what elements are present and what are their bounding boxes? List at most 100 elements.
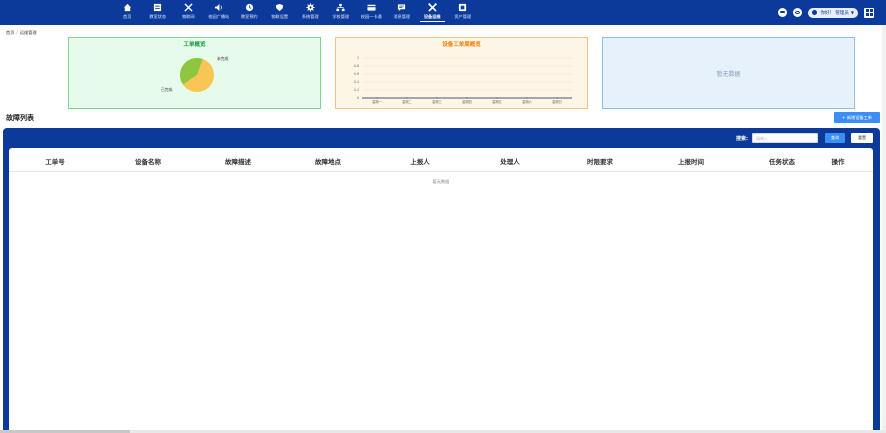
y-tick-label: 0	[357, 96, 359, 100]
column-header-fault-description[interactable]: 故障描述	[225, 156, 251, 166]
column-header-report-time[interactable]: 上报时间	[678, 156, 704, 166]
panel-title: 设备工单周概览	[442, 42, 481, 48]
nav-item-label: 教室预约	[240, 14, 258, 19]
work-order-pie-chart	[180, 58, 215, 93]
x-tick-label: 星期日	[552, 99, 562, 104]
user-icon	[812, 10, 818, 15]
weekly-work-order-panel: 设备工单周概览 0 0.2 0.4 0.6 0.8 1 星期一 星期二 星期三 星期四 星期五 星期六…	[335, 37, 588, 109]
panel-title: 工单概览	[183, 42, 206, 48]
empty-data-text: 暂无数据	[716, 71, 741, 78]
nav-item-label: 首页	[123, 14, 132, 19]
user-greeting: 你好！ 管理员	[820, 10, 849, 16]
data-point[interactable]	[376, 97, 378, 99]
user-menu[interactable]: 你好！ 管理员 ▼	[808, 7, 858, 18]
column-header-handler[interactable]: 处理人	[500, 156, 520, 166]
org-icon	[336, 3, 345, 12]
column-header-deadline[interactable]: 时限要求	[587, 156, 613, 166]
data-point[interactable]	[406, 97, 408, 99]
nav-item-iot-settings[interactable]: 物联设置	[265, 0, 296, 25]
header-tools: 你好！ 管理员 ▼	[778, 6, 874, 19]
y-tick-label: 0.4	[354, 80, 359, 84]
classroom-icon	[154, 3, 162, 12]
fault-list-title: 故障列表	[6, 114, 34, 122]
pie-label-unfinished: 未完成	[217, 56, 229, 61]
reset-button[interactable]: 重置	[851, 133, 873, 143]
x-tick-label: 星期六	[522, 99, 532, 104]
column-header-task-status[interactable]: 任务状态	[769, 156, 795, 166]
message-icon	[398, 4, 406, 12]
nav-item-label: 教室状态	[149, 14, 167, 19]
data-point[interactable]	[526, 97, 528, 99]
table-empty-text: 暂无数据	[432, 179, 450, 184]
data-point[interactable]	[496, 97, 498, 99]
asset-icon	[459, 3, 467, 12]
pie-label-finished: 已完成	[161, 87, 173, 92]
nav-item-reservation[interactable]: 教室预约	[234, 0, 265, 25]
nav-item-maintenance[interactable]: 设备运维	[417, 0, 448, 25]
breadcrumb-current: 运维管理	[19, 30, 37, 35]
breadcrumb-separator: /	[16, 30, 18, 35]
breadcrumb: 首页 / 运维管理	[6, 30, 37, 36]
table-header: 工单号 设备名称 故障描述 故障地点 上报人 处理人 时限要求 上报时间 任务状…	[9, 148, 873, 172]
y-tick-label: 0.2	[354, 88, 359, 92]
gear-icon	[306, 3, 315, 12]
nav-item-school[interactable]: 学校管理	[326, 0, 357, 25]
y-tick-label: 1	[357, 56, 359, 60]
x-tick-label: 星期一	[372, 99, 382, 104]
nav-item-label: 学校管理	[332, 14, 350, 19]
column-header-actions[interactable]: 操作	[832, 156, 845, 166]
add-work-order-button[interactable]: + 新增设备工单	[834, 112, 880, 123]
home-icon	[123, 3, 131, 12]
nav-item-broadcast[interactable]: 校园广播站	[204, 0, 235, 25]
search-label: 搜索:	[736, 136, 748, 142]
page: 首页 教室状态 物联网 校园广播站 教室预约 物联设置 系统管理 学校管理 校园…	[0, 0, 886, 433]
card-icon	[367, 4, 376, 11]
shield-icon	[276, 3, 284, 12]
x-tick-label: 星期三	[432, 99, 442, 104]
y-tick-label: 0.8	[354, 64, 359, 68]
nav-item-label: 资产管理	[454, 14, 472, 19]
clock-icon	[245, 3, 253, 12]
work-order-overview-panel: 工单概览 未完成 已完成	[68, 37, 321, 109]
top-navigation-bar: 首页 教室状态 物联网 校园广播站 教室预约 物联设置 系统管理 学校管理 校园…	[0, 0, 886, 25]
app-grid-icon[interactable]	[864, 7, 874, 18]
x-tick-label: 星期二	[402, 99, 412, 104]
search-input[interactable]	[752, 133, 818, 143]
search-button[interactable]: 查询	[825, 133, 845, 143]
data-point[interactable]	[556, 97, 558, 99]
speaker-icon	[215, 3, 223, 12]
x-tick-label: 星期五	[492, 99, 502, 104]
fault-table: 工单号 设备名称 故障描述 故障地点 上报人 处理人 时限要求 上报时间 任务状…	[9, 148, 873, 433]
column-header-order-no[interactable]: 工单号	[45, 156, 65, 166]
column-header-reporter[interactable]: 上报人	[410, 156, 430, 166]
data-point[interactable]	[436, 97, 438, 99]
nav-item-label: 物联网	[181, 14, 195, 19]
y-tick-label: 0.6	[354, 72, 359, 76]
breadcrumb-home[interactable]: 首页	[6, 30, 14, 35]
nav-item-label: 校园一卡通	[360, 14, 382, 19]
vertical-scrollbar[interactable]	[882, 25, 886, 433]
nav-item-label: 物联设置	[271, 14, 289, 19]
nav-item-label: 消息管理	[393, 14, 411, 19]
empty-data-panel: 暂无数据	[602, 37, 855, 109]
nav-item-iot[interactable]: 物联网	[173, 0, 204, 25]
nav-item-label: 设备运维	[423, 14, 441, 19]
x-tick-label: 星期四	[462, 99, 472, 104]
nav-item-label: 校园广播站	[208, 14, 230, 19]
column-header-fault-location[interactable]: 故障地点	[315, 156, 341, 166]
weekly-line-chart: 0 0.2 0.4 0.6 0.8 1 星期一 星期二 星期三 星期四 星期五 星期六 星期日	[354, 56, 572, 104]
nav-item-classroom-status[interactable]: 教室状态	[143, 0, 174, 25]
chevron-down-icon: ▼	[850, 10, 854, 15]
main-nav: 首页 教室状态 物联网 校园广播站 教室预约 物联设置 系统管理 学校管理 校园…	[112, 0, 478, 25]
nav-item-label: 系统管理	[301, 14, 319, 19]
tools-icon	[184, 3, 193, 12]
nav-item-campus-card[interactable]: 校园一卡通	[356, 0, 387, 25]
nav-item-home[interactable]: 首页	[112, 0, 143, 25]
column-header-device-name[interactable]: 设备名称	[135, 156, 161, 166]
message-bubble-icon[interactable]	[778, 8, 788, 17]
nav-item-assets[interactable]: 资产管理	[448, 0, 479, 25]
nav-item-messages[interactable]: 消息管理	[387, 0, 418, 25]
nav-item-system[interactable]: 系统管理	[295, 0, 326, 25]
eye-icon[interactable]	[793, 8, 803, 17]
data-point[interactable]	[466, 97, 468, 99]
